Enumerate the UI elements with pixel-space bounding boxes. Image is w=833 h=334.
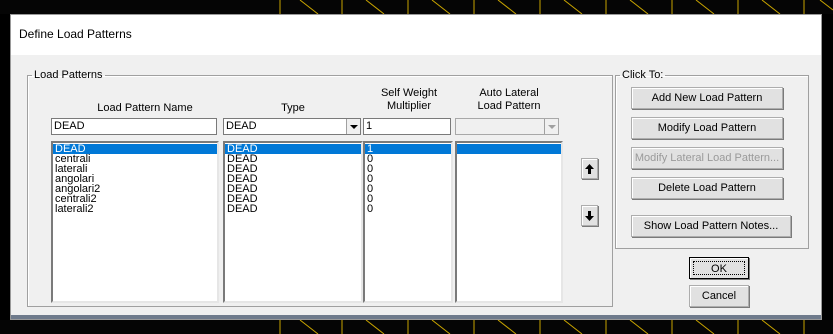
- define-load-patterns-dialog: Define Load Patterns Load Patterns Load …: [10, 14, 822, 320]
- load-pattern-name-item[interactable]: laterali2: [53, 204, 217, 215]
- modify-load-pattern-button[interactable]: Modify Load Pattern: [631, 117, 783, 139]
- show-load-pattern-notes-button[interactable]: Show Load Pattern Notes...: [631, 215, 791, 237]
- multiplier-item[interactable]: 0: [365, 204, 451, 215]
- chevron-down-icon[interactable]: [346, 119, 360, 134]
- type-item[interactable]: DEAD: [225, 204, 361, 215]
- click-to-group-label: Click To:: [622, 69, 664, 81]
- add-new-load-pattern-button[interactable]: Add New Load Pattern: [631, 87, 783, 109]
- auto-lateral-list[interactable]: [455, 141, 563, 303]
- auto-lateral-item[interactable]: [457, 164, 561, 174]
- multiplier-item[interactable]: 1: [365, 144, 451, 155]
- auto-lateral-item[interactable]: [457, 154, 561, 164]
- auto-lateral-item[interactable]: [457, 194, 561, 204]
- type-select-value: DEAD: [226, 120, 257, 132]
- multiplier-list[interactable]: 1000000: [363, 141, 453, 303]
- background-pattern-bottom: [0, 320, 833, 334]
- move-down-button[interactable]: [581, 205, 598, 226]
- arrow-down-icon: [585, 210, 594, 221]
- header-self-weight-line1: Self Weight: [380, 87, 438, 99]
- load-pattern-name-input[interactable]: DEAD: [51, 118, 217, 135]
- auto-lateral-item[interactable]: [457, 184, 561, 194]
- multiplier-item[interactable]: 0: [365, 184, 451, 195]
- self-weight-multiplier-input[interactable]: 1: [363, 118, 451, 135]
- auto-lateral-item[interactable]: [457, 144, 561, 154]
- load-patterns-group-label: Load Patterns: [34, 69, 103, 81]
- dialog-bottom-border: [11, 315, 821, 319]
- cancel-button[interactable]: Cancel: [689, 285, 749, 307]
- chevron-down-icon: [544, 119, 558, 134]
- header-type: Type: [281, 102, 305, 114]
- header-self-weight-line2: Multiplier: [386, 100, 431, 112]
- multiplier-item[interactable]: 0: [365, 194, 451, 205]
- ok-button[interactable]: OK: [689, 257, 749, 279]
- multiplier-item[interactable]: 0: [365, 154, 451, 165]
- header-load-pattern-name: Load Pattern Name: [97, 102, 193, 114]
- auto-lateral-item[interactable]: [457, 174, 561, 184]
- header-self-weight: Self Weight Multiplier: [363, 87, 455, 113]
- type-list[interactable]: DEAD DEAD DEAD DEAD DEAD DEAD DEAD: [223, 141, 363, 303]
- move-up-button[interactable]: [581, 158, 598, 179]
- arrow-up-icon: [585, 163, 594, 174]
- header-auto-lateral-line1: Auto Lateral: [479, 87, 539, 99]
- auto-lateral-select: [455, 118, 559, 135]
- delete-load-pattern-button[interactable]: Delete Load Pattern: [631, 177, 783, 199]
- auto-lateral-item[interactable]: [457, 204, 561, 214]
- header-auto-lateral: Auto Lateral Load Pattern: [455, 87, 563, 113]
- modify-lateral-load-pattern-button: Modify Lateral Load Pattern...: [631, 147, 783, 169]
- multiplier-item[interactable]: 0: [365, 174, 451, 185]
- load-pattern-name-list[interactable]: DEAD centrali laterali angolari angolari2 cen…: [51, 141, 219, 303]
- header-auto-lateral-line2: Load Pattern: [477, 100, 541, 112]
- ok-button-label: OK: [693, 261, 745, 275]
- multiplier-item[interactable]: 0: [365, 164, 451, 175]
- dialog-title: Define Load Patterns: [19, 27, 132, 41]
- type-select[interactable]: DEAD: [223, 118, 361, 135]
- background-pattern-top: [0, 0, 833, 14]
- title-bar[interactable]: Define Load Patterns: [11, 15, 821, 55]
